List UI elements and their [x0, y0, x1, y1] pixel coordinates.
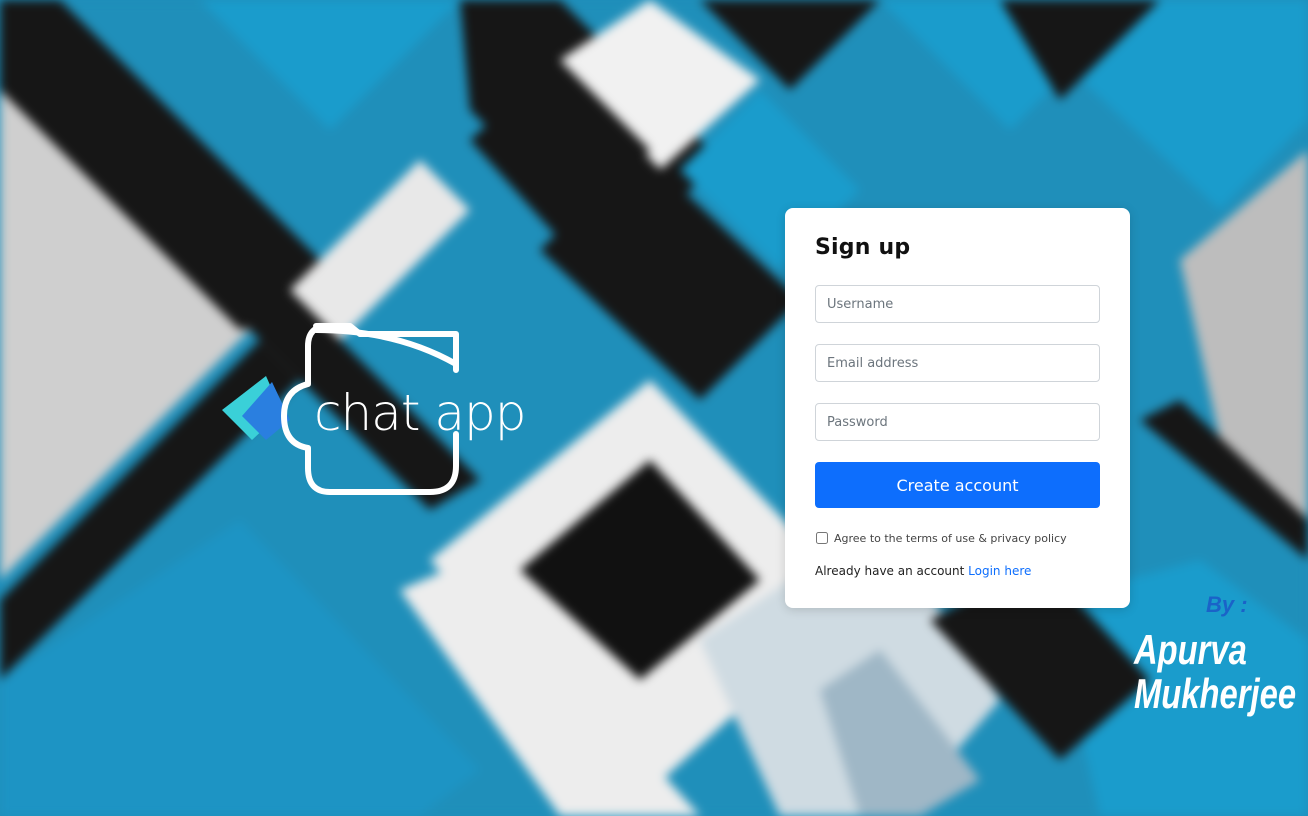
username-input[interactable] [815, 285, 1100, 323]
create-account-button[interactable]: Create account [815, 462, 1100, 508]
signup-card: Sign up Create account Agree to the term… [785, 208, 1130, 608]
terms-checkbox[interactable] [816, 532, 828, 544]
already-text: Already have an account [815, 564, 965, 578]
credit-name-line1: Apurva [1134, 626, 1247, 673]
terms-row: Agree to the terms of use & privacy poli… [815, 530, 1100, 546]
terms-label: Agree to the terms of use & privacy poli… [834, 531, 1067, 545]
credit-by: By : [1206, 592, 1248, 617]
chat-app-logo: chat app [220, 316, 560, 498]
logo-text: chat app [314, 384, 526, 442]
signup-title: Sign up [815, 235, 911, 260]
login-link[interactable]: Login here [968, 564, 1031, 578]
password-input[interactable] [815, 403, 1100, 441]
credit-name: Apurva Mukherjee [1134, 628, 1296, 716]
credit-name-line2: Mukherjee [1134, 670, 1297, 717]
login-prompt: Already have an account Login here [815, 564, 1100, 578]
email-input[interactable] [815, 344, 1100, 382]
